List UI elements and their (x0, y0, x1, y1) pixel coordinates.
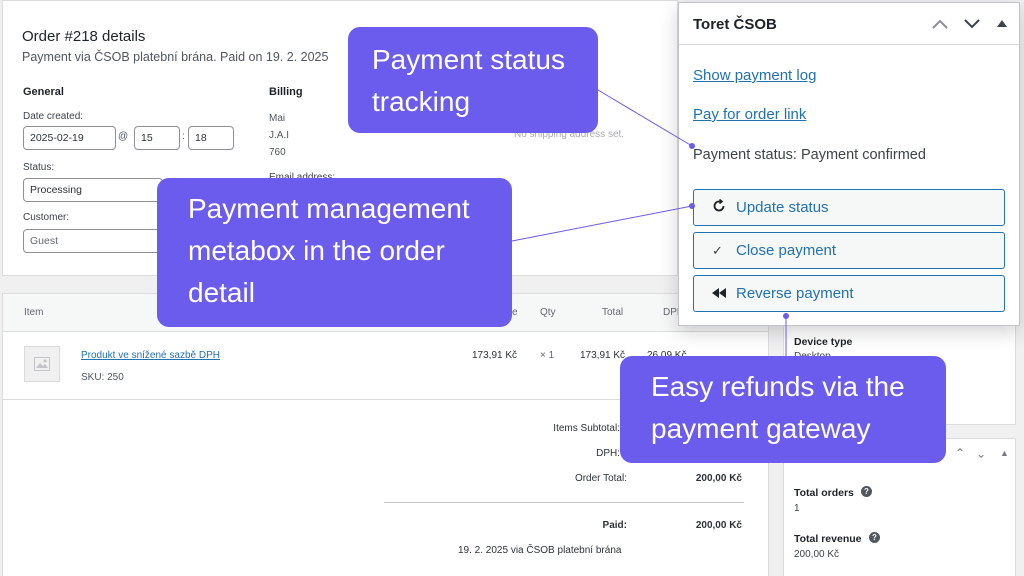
callout-line: Payment management (188, 193, 470, 224)
update-status-label: Update status (736, 199, 829, 216)
paid-value: 200,00 Kč (695, 520, 742, 531)
pay-for-order-link[interactable]: Pay for order link (693, 106, 806, 123)
date-at-sign: @ (118, 131, 129, 142)
move-up-icon[interactable]: ⌃ (955, 446, 965, 460)
billing-line-3: 760 (269, 147, 286, 158)
callout-status-tracking: Payment status tracking (348, 27, 598, 133)
customer-label: Customer: (23, 212, 70, 223)
rewind-icon (712, 286, 736, 301)
close-payment-label: Close payment (736, 242, 837, 259)
date-created-label: Date created: (23, 111, 84, 122)
callout-line: detail (188, 277, 255, 308)
checkmark-icon: ✓ (712, 242, 723, 258)
time-colon: : (182, 131, 185, 142)
reverse-payment-label: Reverse payment (736, 285, 854, 302)
th-item: Item (24, 307, 44, 318)
show-payment-log-link[interactable]: Show payment log (693, 67, 816, 84)
toggle-panel-icon[interactable]: ▲ (1000, 448, 1009, 458)
general-heading: General (23, 86, 64, 98)
callout-line: metabox in the order (188, 235, 445, 266)
billing-heading: Billing (269, 86, 303, 98)
product-thumbnail (24, 346, 60, 382)
billing-line-1: Mai (269, 113, 286, 124)
close-payment-button[interactable]: ✓ Close payment (693, 232, 1005, 269)
reverse-payment-button[interactable]: Reverse payment (693, 275, 1005, 312)
device-type-label: Device type (794, 336, 853, 348)
items-subtotal-label: Items Subtotal: (553, 423, 620, 434)
billing-line-2: J.A.I (269, 130, 290, 141)
totals-divider (384, 502, 744, 503)
collapse-toggle-icon[interactable] (997, 19, 1007, 27)
chevron-up-icon[interactable] (931, 18, 949, 30)
image-placeholder-icon (34, 357, 50, 371)
total-orders-value: 1 (794, 503, 800, 514)
hour-input[interactable]: 15 (134, 126, 180, 150)
total-revenue-value: 200,00 Kč (794, 549, 840, 560)
callout-payment-management: Payment management metabox in the order … (157, 178, 512, 327)
product-name-link[interactable]: Produkt ve snížené sazbě DPH (81, 350, 220, 361)
order-title: Order #218 details (22, 28, 146, 45)
callout-line: Easy refunds via the (651, 371, 905, 402)
callout-line: tracking (372, 86, 471, 117)
product-sku: SKU: 250 (81, 372, 124, 383)
paid-label: Paid: (602, 520, 627, 531)
help-icon[interactable]: ? (869, 532, 880, 543)
tax-total-label: DPH: (596, 448, 620, 459)
update-status-button[interactable]: Update status (693, 189, 1005, 226)
th-total: Total (602, 307, 624, 318)
payment-status-text: Payment status: Payment confirmed (693, 147, 926, 163)
order-subtitle: Payment via ČSOB platební brána. Paid on… (22, 50, 329, 64)
order-total-value: 200,00 Kč (695, 473, 742, 484)
help-icon[interactable]: ? (861, 486, 872, 497)
paid-note: 19. 2. 2025 via ČSOB platební brána (458, 545, 622, 556)
callout-easy-refunds: Easy refunds via the payment gateway (620, 356, 946, 463)
th-cost: e (512, 307, 518, 318)
move-down-icon[interactable]: ⌃ (976, 446, 986, 460)
product-total: 173,91 Kč (580, 350, 626, 361)
product-qty: × 1 (540, 350, 555, 361)
order-total-label: Order Total: (574, 473, 627, 484)
callout-line: payment gateway (651, 413, 871, 444)
customer-select[interactable]: Guest (23, 229, 163, 253)
product-cost: 173,91 Kč (472, 350, 518, 361)
callout-line: Payment status (372, 44, 565, 75)
toret-csob-metabox: Toret ČSOB Show payment log Pay for orde… (678, 2, 1020, 326)
status-select[interactable]: Processing (23, 178, 163, 202)
total-orders-label: Total orders (794, 487, 854, 499)
total-revenue-label: Total revenue (794, 533, 862, 545)
minute-input[interactable]: 18 (188, 126, 234, 150)
metabox-title: Toret ČSOB (693, 16, 777, 33)
refresh-icon (712, 198, 736, 216)
status-label: Status: (23, 162, 55, 173)
date-created-input[interactable]: 2025-02-19 (23, 126, 116, 150)
th-qty: Qty (540, 307, 556, 318)
chevron-down-icon[interactable] (963, 18, 981, 30)
